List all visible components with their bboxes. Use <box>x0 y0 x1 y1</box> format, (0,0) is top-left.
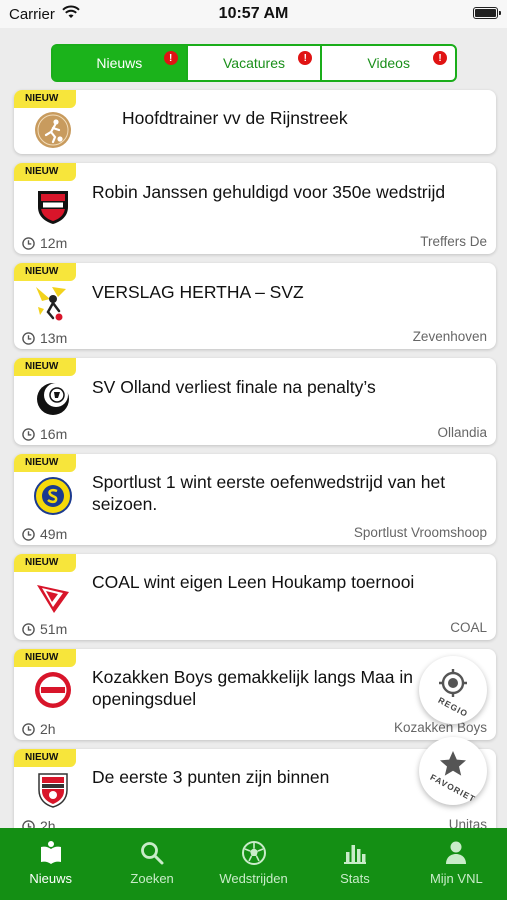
club-source: Treffers De <box>420 234 487 249</box>
alert-badge: ! <box>433 51 448 65</box>
time-label: 2h <box>40 721 56 737</box>
news-title: Hoofdtrainer vv de Rijnstreek <box>122 108 348 128</box>
news-card[interactable]: NIEUW Hoofdtrainer vv de Rijnstreek <box>14 90 496 154</box>
clock-icon <box>22 236 35 250</box>
news-title: COAL wint eigen Leen Houkamp toernooi <box>92 572 415 592</box>
clock-icon <box>22 622 35 636</box>
news-card[interactable]: NIEUW VERSLAG HERTHA – SVZ 13m Zevenhove… <box>14 263 496 349</box>
news-icon <box>40 841 61 864</box>
nav-label: Mijn VNL <box>429 871 483 886</box>
alert-badge: ! <box>298 51 313 65</box>
club-logo <box>35 672 71 708</box>
club-logo <box>34 477 72 515</box>
alert-badge: ! <box>163 51 178 65</box>
club-logo <box>37 585 69 613</box>
nav-mijn-vnl[interactable]: Mijn VNL <box>406 828 507 900</box>
club-logo <box>38 773 68 808</box>
nav-wedstrijden[interactable]: Wedstrijden <box>203 828 304 900</box>
club-logo <box>36 287 66 321</box>
nav-stats[interactable]: Stats <box>304 828 405 900</box>
timestamp: 2h <box>22 721 56 737</box>
new-badge: NIEUW <box>14 263 76 281</box>
time-label: 12m <box>40 235 68 251</box>
favoriet-button[interactable]: FAVORIET <box>419 737 487 805</box>
clock-icon <box>22 722 35 736</box>
timestamp: 13m <box>22 330 67 346</box>
news-title: SV Olland verliest finale na penalty’s <box>92 377 376 397</box>
club-logo <box>37 383 69 415</box>
clock-icon <box>22 427 35 441</box>
time-label: 13m <box>40 330 68 346</box>
nav-label: Stats <box>340 871 370 886</box>
news-card[interactable]: NIEUW Robin Janssen gehuldigd voor 350e … <box>14 163 496 254</box>
nav-zoeken[interactable]: Zoeken <box>101 828 202 900</box>
club-logo <box>35 112 71 148</box>
battery-icon <box>473 7 501 19</box>
news-title: Robin Janssen gehuldigd voor 350e wedstr… <box>92 182 446 202</box>
nav-nieuws[interactable]: Nieuws <box>0 828 101 900</box>
search-icon <box>141 842 164 865</box>
timestamp: 51m <box>22 621 67 637</box>
nav-label: Wedstrijden <box>219 871 288 886</box>
time-label: 16m <box>40 426 68 442</box>
nav-label: Nieuws <box>29 871 73 886</box>
soccer-ball-icon <box>241 841 266 865</box>
regio-label: REGIO <box>436 694 470 720</box>
news-title: VERSLAG HERTHA – SVZ <box>92 282 304 302</box>
club-source: Kozakken Boys <box>393 720 487 735</box>
new-badge: NIEUW <box>14 90 76 108</box>
status-time: 10:57 AM <box>218 5 289 22</box>
timestamp: 16m <box>22 426 67 442</box>
club-source: Sportlust Vroomshoop <box>353 525 487 540</box>
status-bar: Carrier 10:57 AM <box>0 0 507 28</box>
stats-icon <box>343 845 366 864</box>
club-source: COAL <box>450 620 487 635</box>
clock-icon <box>22 331 35 345</box>
timestamp: 49m <box>22 526 67 542</box>
club-logo <box>38 191 68 224</box>
new-badge: NIEUW <box>14 163 76 181</box>
star-icon <box>440 751 466 776</box>
tab-label: Nieuws <box>96 55 143 71</box>
news-card[interactable]: NIEUW COAL wint eigen Leen Houkamp toern… <box>14 554 496 640</box>
tab-label: Videos <box>367 55 410 71</box>
club-source: Zevenhoven <box>412 329 487 344</box>
regio-button[interactable]: REGIO <box>419 656 487 724</box>
news-title: Sportlust 1 wint eerste oefenwedstrijd v… <box>92 472 446 514</box>
time-label: 49m <box>40 526 68 542</box>
bottom-nav: Nieuws Zoeken Wedstrijden Stats Mijn VNL <box>0 828 507 900</box>
new-badge: NIEUW <box>14 554 76 572</box>
new-badge: NIEUW <box>14 749 76 767</box>
nav-label: Zoeken <box>130 871 174 886</box>
new-badge: NIEUW <box>14 649 76 667</box>
news-card[interactable]: NIEUW SV Olland verliest finale na penal… <box>14 358 496 445</box>
location-target-icon <box>439 669 467 697</box>
tab-nieuws[interactable]: Nieuws ! <box>53 46 188 80</box>
tab-videos[interactable]: Videos ! <box>322 46 455 80</box>
news-tabs: Nieuws ! Vacatures ! Videos ! <box>51 44 457 82</box>
new-badge: NIEUW <box>14 454 76 472</box>
club-source: Ollandia <box>437 425 487 440</box>
person-icon <box>446 841 467 864</box>
news-card[interactable]: NIEUW Sportlust 1 wint eerste oefenwedst… <box>14 454 496 545</box>
clock-icon <box>22 527 35 541</box>
tab-vacatures[interactable]: Vacatures ! <box>188 46 323 80</box>
timestamp: 12m <box>22 235 67 251</box>
tab-label: Vacatures <box>223 55 285 71</box>
new-badge: NIEUW <box>14 358 76 376</box>
time-label: 51m <box>40 621 68 637</box>
